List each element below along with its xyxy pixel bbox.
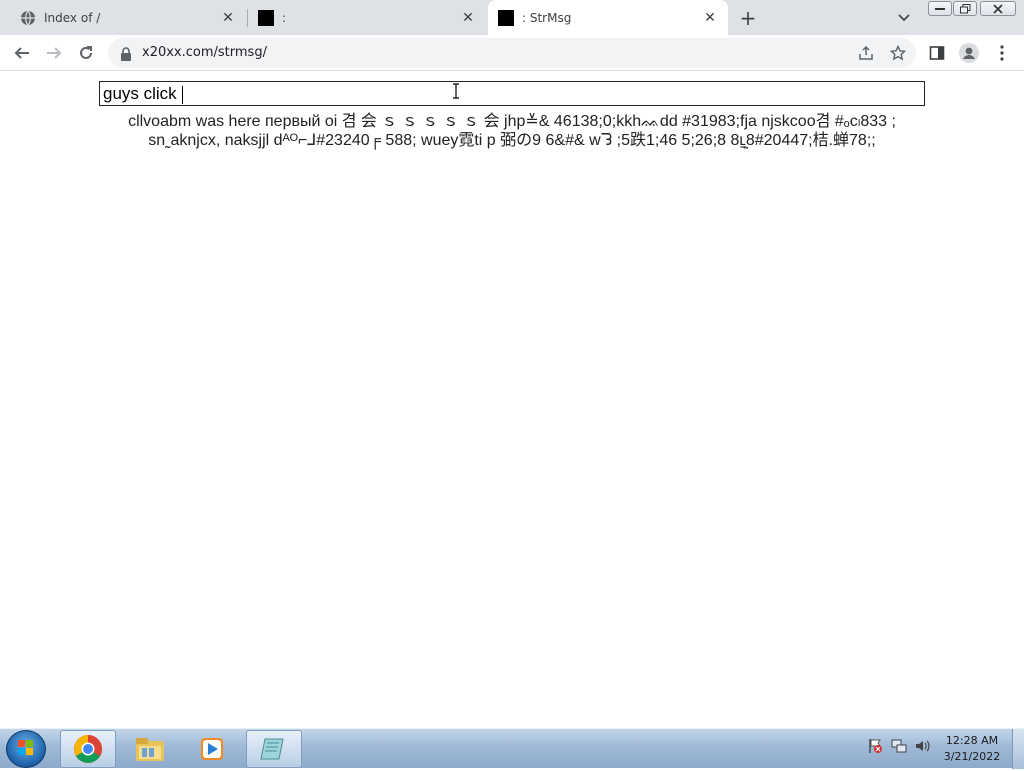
taskbar-media-player[interactable] (184, 730, 240, 768)
restore-button[interactable] (953, 1, 977, 16)
tab-close-icon[interactable]: ✕ (218, 8, 238, 28)
text-caret (182, 85, 184, 104)
globe-icon (20, 10, 36, 26)
tab-title: : (282, 10, 287, 25)
message-input[interactable]: guys click (99, 81, 925, 106)
back-button[interactable] (8, 39, 36, 67)
browser-menu-button[interactable] (990, 41, 1014, 65)
tab-title: Index of / (44, 10, 101, 25)
ibeam-cursor-icon (453, 83, 459, 99)
media-player-icon (201, 738, 223, 760)
chrome-icon (74, 735, 102, 763)
tab-index-of[interactable]: Index of / ✕ (0, 0, 246, 35)
new-tab-button[interactable]: + (736, 6, 760, 30)
side-panel-button[interactable] (925, 41, 949, 65)
clock-time: 12:28 AM (945, 734, 999, 747)
share-icon[interactable] (856, 43, 876, 63)
tab-title: : StrMsg (522, 10, 572, 25)
window-close-button[interactable] (980, 1, 1016, 16)
lock-icon[interactable] (120, 46, 132, 61)
show-desktop-button[interactable] (1012, 729, 1024, 769)
profile-button[interactable] (957, 41, 981, 65)
profile-avatar-icon (959, 43, 979, 63)
tab-colon[interactable]: : ✕ (248, 0, 486, 35)
system-clock[interactable]: 12:28 AM 3/21/2022 (940, 733, 1004, 765)
forward-arrow-icon (47, 47, 62, 59)
minimize-button[interactable] (928, 1, 952, 16)
bookmark-star-icon[interactable] (888, 43, 908, 63)
start-button[interactable] (6, 730, 46, 768)
tab-close-icon[interactable]: ✕ (700, 8, 720, 28)
tab-close-icon[interactable]: ✕ (458, 8, 478, 28)
black-square-icon (498, 9, 514, 26)
tab-strmsg[interactable]: : StrMsg ✕ (488, 0, 728, 35)
reload-button[interactable] (72, 39, 100, 67)
windows-logo-icon (18, 740, 33, 755)
taskbar-file-explorer[interactable] (122, 730, 178, 768)
browser-toolbar: x20xx.com/strmsg/ (0, 35, 1024, 71)
forward-button[interactable] (40, 39, 68, 67)
notepad-icon (260, 738, 284, 760)
action-center-flag-icon[interactable] (866, 737, 884, 755)
message-input-value: guys click (103, 84, 182, 103)
tab-strip: Index of / ✕ : ✕ : StrMsg ✕ + (0, 0, 1024, 35)
kebab-menu-icon (1000, 45, 1004, 61)
back-arrow-icon (14, 47, 29, 59)
black-square-icon (258, 9, 274, 26)
taskbar-notepad[interactable] (246, 730, 302, 768)
reload-icon (80, 46, 92, 59)
side-panel-icon (929, 46, 945, 60)
address-bar[interactable]: x20xx.com/strmsg/ (108, 38, 916, 68)
windows-taskbar: 12:28 AM 3/21/2022 (0, 728, 1024, 769)
file-explorer-icon (136, 738, 164, 761)
url-text[interactable]: x20xx.com/strmsg/ (142, 45, 267, 60)
network-icon[interactable] (890, 737, 908, 755)
volume-icon[interactable] (913, 737, 931, 755)
tab-search-chevron-icon[interactable] (894, 8, 914, 28)
clock-date: 3/21/2022 (943, 750, 1001, 763)
messages-text: cllvoabm was here первый oi 겸 会 ｓ ｓ ｓ ｓ … (128, 113, 896, 149)
taskbar-chrome[interactable] (60, 730, 116, 768)
page-content: guys click cllvoabm was here первый oi 겸… (0, 72, 1024, 728)
